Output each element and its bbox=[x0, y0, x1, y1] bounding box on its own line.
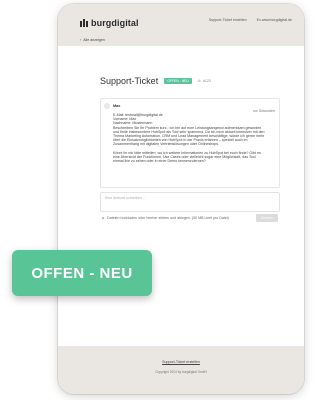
reply-textarea[interactable]: Eine Antwort schreiben… bbox=[100, 192, 280, 212]
tablet-frame: burgdigital Support-Ticket erstellen Ex.… bbox=[58, 4, 304, 394]
logo[interactable]: burgdigital bbox=[80, 18, 139, 28]
page-title: Support-Ticket bbox=[100, 76, 159, 86]
status-overlay-badge: OFFEN - NEU bbox=[12, 250, 152, 296]
copyright: Copyright 2024 by burgdigital GmbH bbox=[155, 370, 207, 374]
footer-create-ticket-link[interactable]: Support-Ticket erstellen bbox=[58, 360, 304, 364]
send-button[interactable]: Senden bbox=[255, 214, 278, 222]
user-menu[interactable]: Ex.www.burgdigital.de bbox=[257, 18, 292, 22]
chevron-left-icon: ‹ bbox=[80, 38, 82, 42]
message-body: E-Mail: testmail@burgdigital.de Vorname:… bbox=[113, 113, 265, 167]
create-ticket-link[interactable]: Support-Ticket erstellen bbox=[209, 18, 247, 22]
ticket-title-row: Support-Ticket OFFEN - NEU ⊘ #123 bbox=[100, 76, 211, 86]
message-author: Max bbox=[113, 104, 121, 108]
screen-header: burgdigital Support-Ticket erstellen Ex.… bbox=[58, 4, 304, 46]
screen-footer: Support-Ticket erstellen Copyright 2024 … bbox=[58, 346, 304, 394]
paperclip-icon: ⌀ bbox=[102, 216, 105, 220]
message-paragraph: Könnt ihr mir bitte mitteilen, wo ich we… bbox=[113, 150, 261, 164]
back-link[interactable]: ‹ Alle anzeigen bbox=[80, 38, 105, 42]
status-badge: OFFEN - NEU bbox=[164, 78, 192, 84]
message-card: Max vor Sekunden E-Mail: testmail@burgdi… bbox=[100, 98, 280, 188]
attachment-row[interactable]: ⌀ Dateien hochladen oder hierher ziehen … bbox=[102, 214, 278, 222]
brand-name: burgdigital bbox=[91, 18, 139, 28]
header-links: Support-Ticket erstellen Ex.www.burgdigi… bbox=[209, 18, 292, 22]
tag-icon: ⊘ bbox=[197, 79, 201, 83]
avatar bbox=[104, 103, 110, 109]
message-paragraph: E-Mail: testmail@burgdigital.de Vorname:… bbox=[113, 113, 265, 147]
back-link-label: Alle anzeigen bbox=[83, 38, 105, 42]
attachment-label: Dateien hochladen oder hierher ziehen un… bbox=[107, 216, 229, 220]
ticket-id-label: #123 bbox=[202, 79, 211, 83]
logo-icon bbox=[80, 19, 88, 27]
ticket-id: ⊘ #123 bbox=[198, 79, 211, 83]
reply-placeholder: Eine Antwort schreiben… bbox=[105, 196, 146, 200]
